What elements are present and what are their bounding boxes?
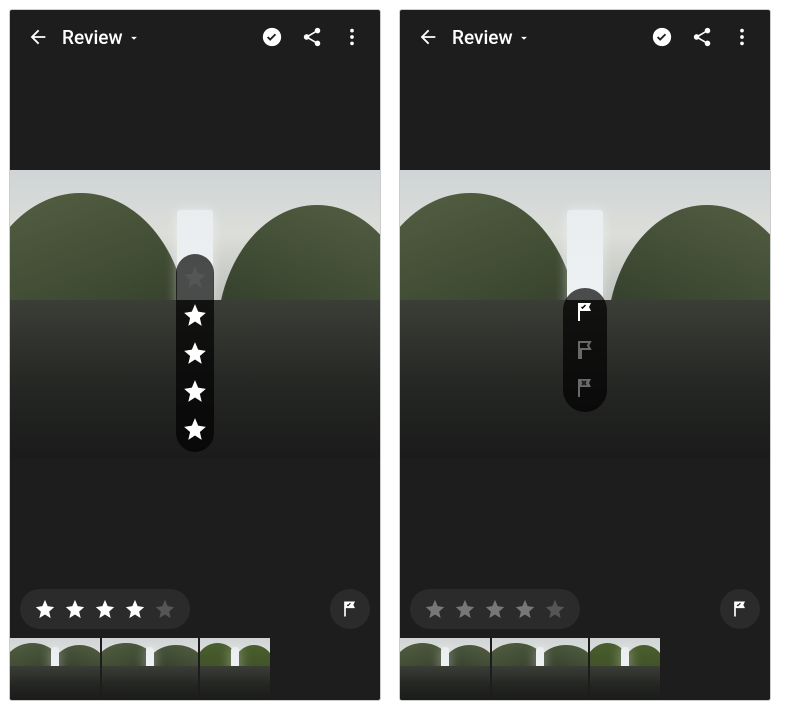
star-icon [424, 598, 446, 620]
thumbnail[interactable] [200, 638, 270, 700]
screen-title-label: Review [62, 26, 123, 49]
flag-option-pick[interactable] [571, 298, 599, 326]
star-icon [34, 598, 56, 620]
chevron-down-icon [517, 31, 531, 45]
select-button[interactable] [252, 17, 292, 57]
share-button[interactable] [682, 17, 722, 57]
star-icon[interactable] [182, 264, 208, 290]
star-icon[interactable] [182, 416, 208, 442]
star-icon [64, 598, 86, 620]
star-icon [454, 598, 476, 620]
flag-check-icon [730, 599, 750, 619]
star-icon[interactable] [182, 302, 208, 328]
screen-title-label: Review [452, 26, 513, 49]
flag-button[interactable] [720, 589, 760, 629]
screen-title-dropdown[interactable]: Review [452, 26, 642, 49]
back-button[interactable] [408, 17, 448, 57]
share-icon [301, 26, 323, 48]
flag-option-unflag[interactable] [571, 336, 599, 364]
rating-pill[interactable] [20, 589, 190, 629]
flag-button[interactable] [330, 589, 370, 629]
star-icon [484, 598, 506, 620]
back-button[interactable] [18, 17, 58, 57]
overflow-button[interactable] [722, 17, 762, 57]
bottom-bar [10, 586, 380, 632]
screen-right: Review [400, 10, 770, 700]
more-vert-icon [731, 26, 753, 48]
rating-pill[interactable] [410, 589, 580, 629]
flag-option-reject[interactable] [571, 374, 599, 402]
share-icon [691, 26, 713, 48]
check-circle-icon [651, 26, 673, 48]
flag-options-overlay[interactable] [563, 288, 607, 412]
star-icon[interactable] [182, 340, 208, 366]
star-icon[interactable] [182, 378, 208, 404]
screen-title-dropdown[interactable]: Review [62, 26, 252, 49]
flag-outline-icon [573, 338, 597, 362]
thumbnail[interactable] [590, 638, 660, 700]
overflow-button[interactable] [332, 17, 372, 57]
share-button[interactable] [292, 17, 332, 57]
screen-left: Review [10, 10, 380, 700]
filmstrip[interactable] [400, 638, 770, 700]
flag-x-icon [573, 376, 597, 400]
flag-check-icon [573, 300, 597, 324]
thumbnail[interactable] [10, 638, 100, 700]
thumbnail[interactable] [492, 638, 588, 700]
flag-check-icon [340, 599, 360, 619]
chevron-down-icon [127, 31, 141, 45]
top-bar: Review [10, 10, 380, 64]
star-icon [544, 598, 566, 620]
thumbnail[interactable] [400, 638, 490, 700]
select-button[interactable] [642, 17, 682, 57]
filmstrip[interactable] [10, 638, 380, 700]
star-icon [154, 598, 176, 620]
more-vert-icon [341, 26, 363, 48]
star-rating-overlay[interactable] [176, 254, 214, 452]
star-icon [124, 598, 146, 620]
thumbnail[interactable] [102, 638, 198, 700]
star-icon [94, 598, 116, 620]
check-circle-icon [261, 26, 283, 48]
star-icon [514, 598, 536, 620]
top-bar: Review [400, 10, 770, 64]
bottom-bar [400, 586, 770, 632]
